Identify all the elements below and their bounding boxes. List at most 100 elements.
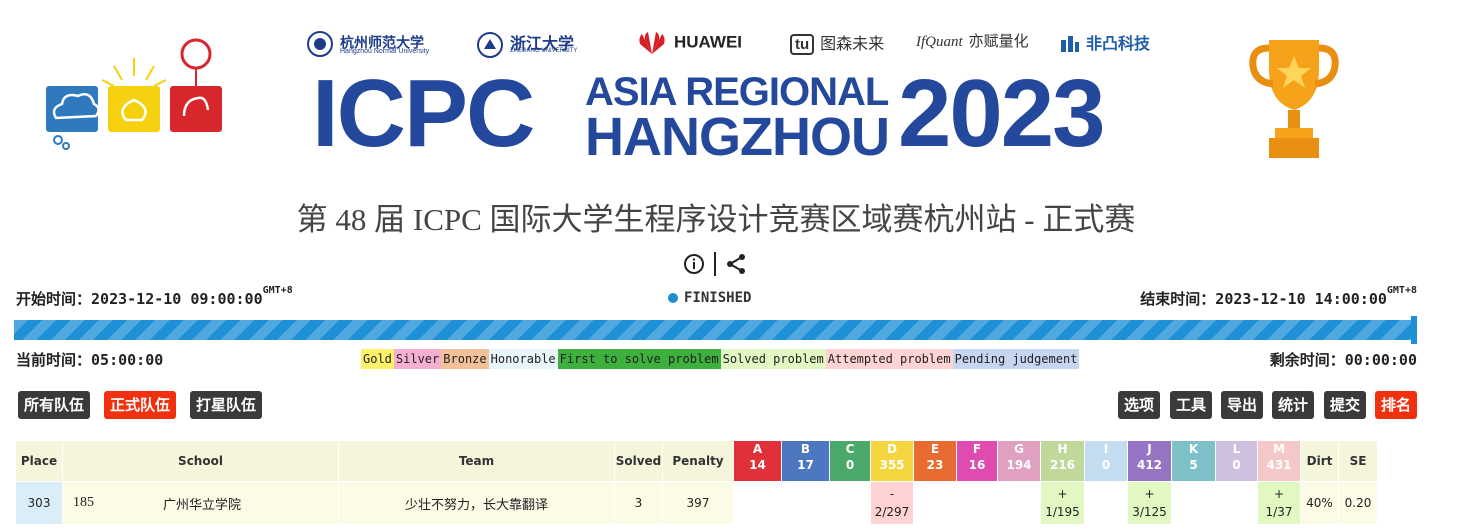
problem-id: I — [1103, 442, 1109, 456]
dirt-cell: 40% — [1300, 481, 1339, 525]
zju-logo: 浙江大学 ZHEJIANG UNIVERSITY — [476, 30, 577, 59]
problem-id: K — [1188, 442, 1199, 456]
result-mark: + — [1144, 487, 1155, 501]
submissions-button[interactable]: 提交 — [1324, 391, 1367, 419]
problem-header-d[interactable]: D 355 — [870, 440, 914, 482]
problem-cell-m[interactable]: +1/37 — [1257, 481, 1301, 525]
problem-header-f[interactable]: F 16 — [956, 440, 998, 482]
problem-id: A — [752, 442, 763, 456]
result-mark: + — [1273, 487, 1285, 501]
team-cell: 少壮不努力，长大靠翻译 — [338, 481, 615, 525]
problem-header-i[interactable]: I0 — [1084, 440, 1128, 482]
city-text: HANGZHOU — [585, 107, 890, 167]
icpc-idea-logo — [46, 38, 222, 150]
col-dirt[interactable]: Dirt — [1300, 440, 1339, 482]
legend-solved: Solved problem — [720, 349, 826, 369]
ifquant-logo: IfQuant 亦赋量化 — [916, 33, 1029, 50]
team-name[interactable]: 少壮不努力，长大靠翻译 — [405, 498, 548, 513]
problem-cell-i — [1084, 481, 1128, 525]
contest-status: FINISHED — [668, 290, 751, 306]
current-time: 当前时间：05:00:00 — [16, 351, 164, 369]
problem-cell-d[interactable]: - 2/297 — [870, 481, 914, 525]
filter-all-teams-button[interactable]: 所有队伍 — [18, 391, 91, 419]
problem-solve-count: 216 — [1049, 458, 1076, 472]
problem-header-a[interactable]: A 14 — [733, 440, 782, 482]
problem-id: L — [1232, 442, 1241, 456]
sponsor-logos: 杭州师范大学 Hangzhou Normal University 浙江大学 Z… — [300, 24, 1160, 60]
export-button[interactable]: 导出 — [1221, 391, 1264, 419]
problem-id: G — [1014, 442, 1024, 456]
problem-header-b[interactable]: B 17 — [781, 440, 830, 482]
problem-solve-count: 0 — [845, 458, 855, 472]
tusimple-logo: tu 图森未来 — [790, 30, 884, 56]
info-icon[interactable] — [683, 253, 705, 275]
progress-handle[interactable] — [1411, 316, 1417, 344]
problem-cell-b — [781, 481, 830, 525]
table-row[interactable]: 303 185 广州华立学院 少壮不努力，长大靠翻译 3 397 - 2/297 +1… — [15, 481, 1378, 525]
problem-header-g[interactable]: G 194 — [997, 440, 1041, 482]
problem-header-e[interactable]: E 23 — [913, 440, 957, 482]
problem-id: B — [800, 442, 811, 456]
problem-header-k[interactable]: K5 — [1171, 440, 1216, 482]
result-attempts-time: 2/297 — [874, 505, 910, 519]
result-attempts-time: 1/195 — [1045, 505, 1080, 519]
problem-id: C — [845, 442, 855, 456]
problem-header-c[interactable]: C0 — [829, 440, 871, 482]
divider — [714, 252, 716, 276]
problem-id: D — [887, 442, 897, 456]
status-dot-icon — [668, 293, 678, 303]
tools-button[interactable]: 工具 — [1170, 391, 1213, 419]
problem-id: H — [1057, 442, 1068, 456]
col-place[interactable]: Place — [15, 440, 63, 482]
col-se[interactable]: SE — [1338, 440, 1378, 482]
problem-header-l[interactable]: L0 — [1215, 440, 1258, 482]
problem-solve-count: 194 — [1006, 458, 1032, 472]
problem-cell-c — [829, 481, 871, 525]
table-header-row: Place School Team Solved Penalty A 14 B 17 C… — [15, 440, 1378, 482]
place-cell: 303 — [15, 481, 63, 525]
solved-cell: 3 — [614, 481, 663, 525]
problem-solve-count: 0 — [1101, 458, 1111, 472]
problem-id: J — [1147, 442, 1152, 456]
contest-title: 第 48 届 ICPC 国际大学生程序设计竞赛区域赛杭州站 - 正式赛 — [296, 202, 1136, 237]
contest-progress-bar[interactable] — [14, 316, 1417, 344]
problem-cell-j[interactable]: +3/125 — [1127, 481, 1172, 525]
ranking-button[interactable]: 排名 — [1375, 391, 1418, 419]
hznu-logo: 杭州师范大学 Hangzhou Normal University — [306, 30, 429, 58]
problem-solve-count: 5 — [1189, 458, 1198, 472]
problem-solve-count: 23 — [926, 458, 944, 472]
se-cell: 0.20 — [1338, 481, 1378, 525]
problem-solve-count: 412 — [1136, 458, 1163, 472]
statistics-button[interactable]: 统计 — [1272, 391, 1315, 419]
legend-bronze: Bronze — [441, 349, 489, 369]
problem-header-m[interactable]: M 431 — [1257, 440, 1301, 482]
problem-header-j[interactable]: J 412 — [1127, 440, 1172, 482]
problem-cell-h[interactable]: +1/195 — [1040, 481, 1085, 525]
col-team[interactable]: Team — [338, 440, 615, 482]
icpc-wordmark: ICPC — [312, 60, 535, 167]
problem-solve-count: 16 — [968, 458, 986, 472]
result-mark: + — [1057, 487, 1068, 501]
options-button[interactable]: 选项 — [1118, 391, 1161, 419]
col-penalty[interactable]: Penalty — [662, 440, 734, 482]
filter-official-teams-button[interactable]: 正式队伍 — [104, 391, 177, 419]
result-mark: - — [889, 487, 895, 501]
problem-solve-count: 14 — [749, 458, 766, 472]
contest-banner: 杭州师范大学 Hangzhou Normal University 浙江大学 Z… — [0, 0, 1460, 190]
huawei-logo: HUAWEI — [636, 30, 742, 56]
problem-solve-count: 431 — [1266, 458, 1292, 472]
scoreboard-table: Place School Team Solved Penalty A 14 B 17 C… — [15, 440, 1378, 525]
filter-star-teams-button[interactable]: 打星队伍 — [190, 391, 263, 419]
asia-regional-text: ASIA REGIONAL — [585, 70, 889, 114]
problem-header-h[interactable]: H 216 — [1040, 440, 1085, 482]
result-attempts-time: 3/125 — [1132, 505, 1167, 519]
share-icon[interactable] — [725, 253, 747, 275]
problem-cell-e — [913, 481, 957, 525]
progress-fill — [14, 320, 1417, 340]
legend-pending: Pending judgement — [952, 349, 1080, 369]
col-solved[interactable]: Solved — [614, 440, 663, 482]
col-school[interactable]: School — [62, 440, 339, 482]
legend-silver: Silver — [393, 349, 442, 369]
school-cell: 185 广州华立学院 — [62, 481, 339, 525]
problem-solve-count: 0 — [1232, 458, 1241, 472]
